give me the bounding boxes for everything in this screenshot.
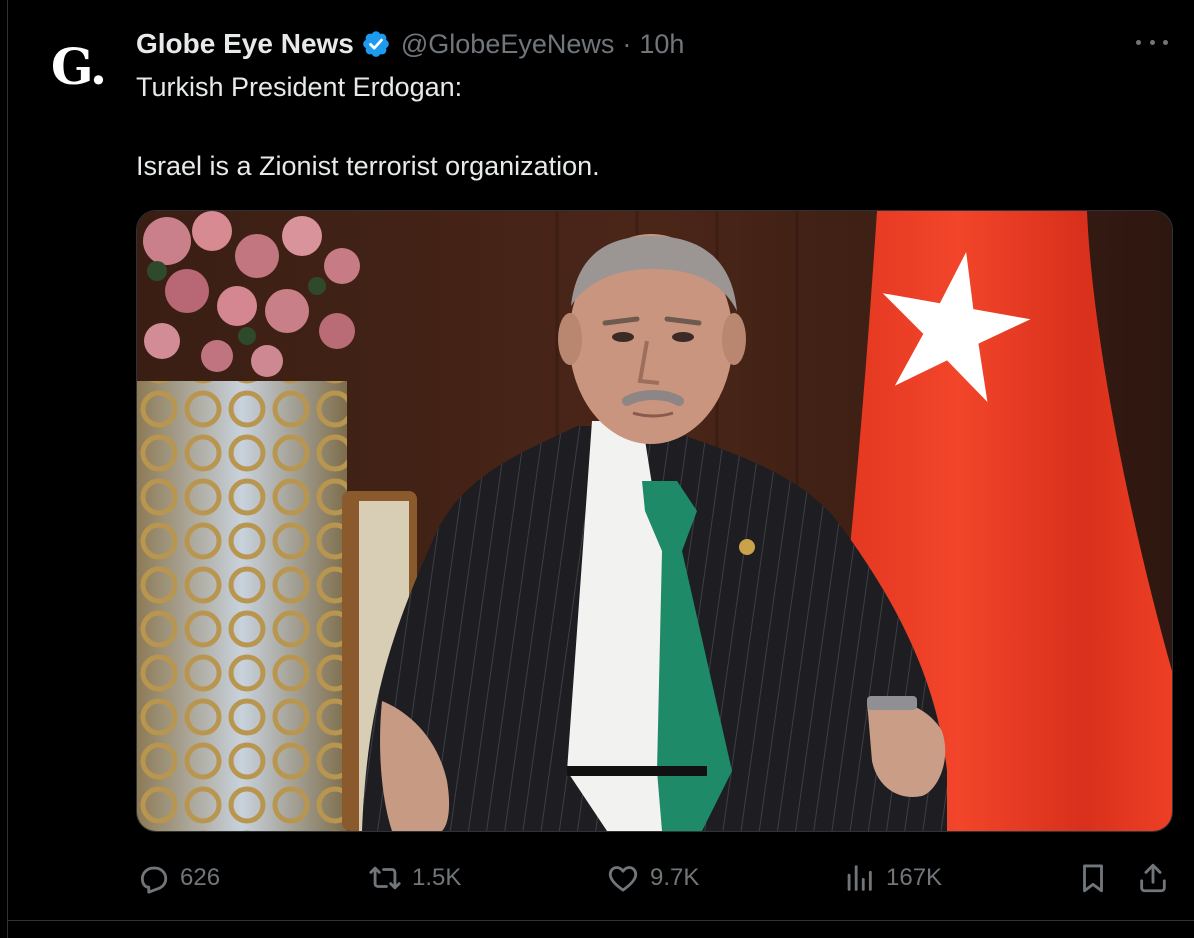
author-avatar[interactable]: G.: [38, 26, 118, 106]
tweet-photo[interactable]: [136, 210, 1173, 832]
like-count: 9.7K: [650, 864, 700, 891]
more-horizontal-icon: [1136, 39, 1141, 45]
tweet-timestamp[interactable]: 10h: [639, 29, 684, 60]
view-count: 167K: [886, 864, 943, 891]
photo-illustration: [137, 211, 1172, 831]
tweet-text-line: Turkish President Erdogan:: [136, 72, 463, 102]
bookmark-icon: [1083, 864, 1103, 893]
tweet-text-line: Israel is a Zionist terrorist organizati…: [136, 151, 600, 181]
bookmark-button[interactable]: [1076, 856, 1120, 900]
separator-dot: ·: [622, 28, 632, 59]
tweet-header: Globe Eye News @GlobeEyeNews · 10h: [136, 24, 684, 64]
share-icon: [1140, 863, 1166, 893]
repost-count: 1.5K: [412, 864, 462, 891]
repost-icon: [369, 866, 401, 890]
like-button[interactable]: 9.7K: [606, 856, 699, 900]
reply-icon: [140, 866, 168, 894]
author-display-name[interactable]: Globe Eye News: [136, 28, 354, 60]
views-button[interactable]: 167K: [842, 856, 942, 900]
reply-button[interactable]: 626: [136, 856, 220, 900]
tweet-actions: 626 1.5K 9.7K 167K: [136, 856, 1171, 900]
more-horizontal-icon: [1149, 39, 1155, 45]
analytics-icon: [847, 865, 872, 891]
tweet-divider: [8, 920, 1194, 921]
reply-count: 626: [180, 864, 221, 891]
repost-button[interactable]: 1.5K: [368, 856, 461, 900]
more-horizontal-icon: [1163, 39, 1168, 45]
heart-icon: [608, 866, 638, 892]
avatar-logo-text: G.: [50, 36, 107, 96]
share-button[interactable]: [1136, 856, 1180, 900]
author-handle[interactable]: @GlobeEyeNews: [401, 29, 615, 60]
left-border: [0, 0, 8, 938]
more-options-button[interactable]: [1136, 30, 1168, 54]
verified-badge-icon: [363, 31, 389, 57]
